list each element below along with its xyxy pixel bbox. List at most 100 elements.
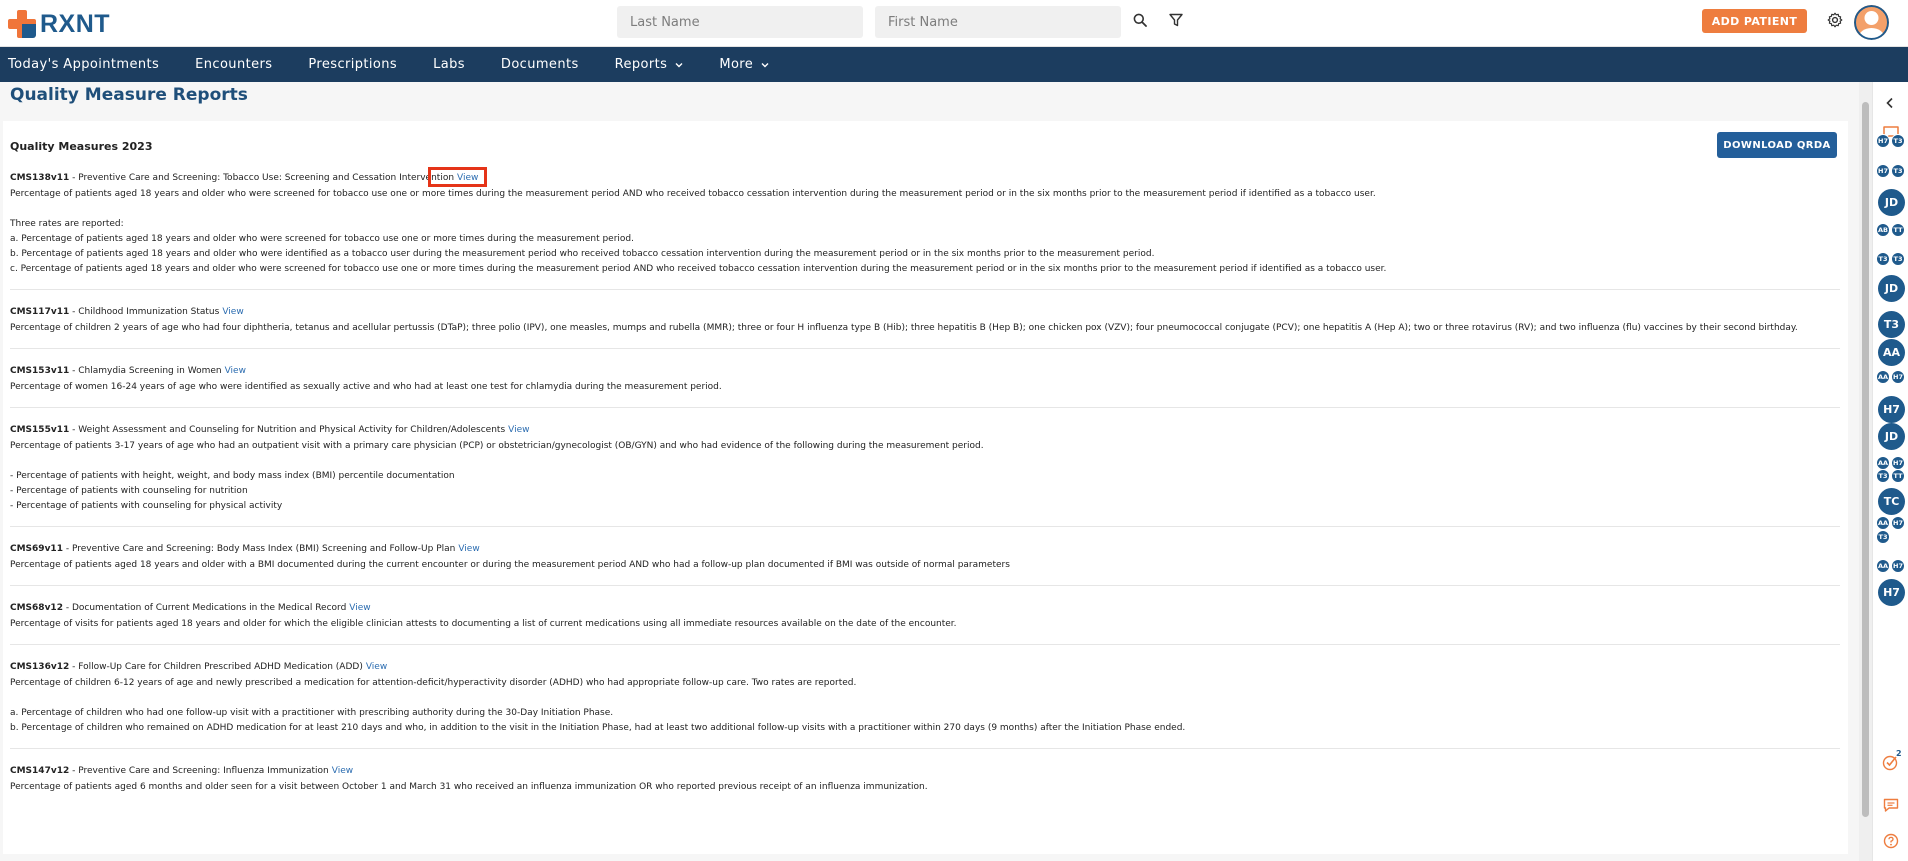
measure-heading: CMS153v11 - Chlamydia Screening in Women…: [10, 366, 246, 376]
measure-detail-line: - Percentage of patients with counseling…: [10, 501, 283, 511]
user-bubble[interactable]: H7: [1878, 579, 1905, 606]
scrollbar-thumb[interactable]: [1862, 102, 1869, 817]
view-link[interactable]: View: [349, 603, 370, 613]
tasks-check-icon[interactable]: 2: [1882, 749, 1902, 775]
user-mini-bubble: H7: [1876, 164, 1890, 178]
gear-icon[interactable]: [1826, 11, 1844, 29]
user-mini-bubble: H7: [1891, 516, 1905, 530]
main-nav: Today's Appointments Encounters Prescrip…: [0, 47, 1908, 82]
measure-item: CMS136v12 - Follow-Up Care for Children …: [10, 660, 1840, 749]
user-mini-bubble: AB: [1876, 223, 1890, 237]
user-bubble-pair[interactable]: T3 TT: [1876, 469, 1905, 483]
user-mini-bubble: TT: [1891, 469, 1905, 483]
measure-title: Childhood Immunization Status: [78, 307, 220, 317]
view-link[interactable]: View: [225, 366, 246, 376]
nav-prescriptions[interactable]: Prescriptions: [290, 47, 415, 82]
measure-description: Percentage of patients aged 6 months and…: [10, 782, 928, 792]
add-patient-button[interactable]: ADD PATIENT: [1702, 9, 1807, 33]
rxnt-logo[interactable]: RXNT: [8, 9, 110, 39]
nav-documents[interactable]: Documents: [483, 47, 597, 82]
vertical-scrollbar[interactable]: [1859, 82, 1872, 861]
nav-reports[interactable]: Reports: [597, 47, 702, 82]
collapse-chevron-icon[interactable]: [1883, 95, 1897, 114]
measure-item: CMS68v12 - Documentation of Current Medi…: [10, 601, 1840, 645]
user-bubble[interactable]: H7: [1878, 396, 1905, 423]
user-avatar[interactable]: [1854, 5, 1889, 40]
search-icon[interactable]: [1131, 11, 1149, 29]
measure-description: Percentage of children 2 years of age wh…: [10, 323, 1798, 333]
measure-code: CMS136v12: [10, 662, 70, 672]
measure-item: CMS155v11 - Weight Assessment and Counse…: [10, 423, 1840, 527]
measure-heading: CMS69v11 - Preventive Care and Screening…: [10, 544, 480, 554]
measure-code: CMS155v11: [10, 425, 70, 435]
user-bubble-pair[interactable]: AB TT: [1876, 223, 1905, 237]
section-title: Quality Measures 2023: [10, 140, 153, 153]
view-link[interactable]: View: [332, 766, 353, 776]
user-mini-bubble: T3: [1876, 469, 1890, 483]
measure-code: CMS117v11: [10, 307, 70, 317]
logo-cross-icon: [8, 10, 36, 38]
nav-todays-appointments[interactable]: Today's Appointments: [0, 47, 177, 82]
measure-description: Percentage of patients aged 18 years and…: [10, 560, 1010, 570]
nav-more-label: More: [719, 57, 754, 72]
filter-icon[interactable]: [1167, 11, 1185, 29]
user-bubble[interactable]: JD: [1878, 189, 1905, 216]
user-bubble-pair[interactable]: T3: [1876, 530, 1890, 544]
user-mini-bubble: H7: [1876, 134, 1890, 148]
nav-more[interactable]: More: [701, 47, 787, 82]
message-icon[interactable]: [1883, 798, 1899, 817]
first-name-input[interactable]: [875, 6, 1121, 38]
user-bubble-pair[interactable]: AA H7: [1876, 456, 1905, 470]
nav-encounters[interactable]: Encounters: [177, 47, 290, 82]
view-link[interactable]: View: [457, 173, 478, 183]
measure-heading: CMS136v12 - Follow-Up Care for Children …: [10, 662, 388, 672]
user-mini-bubble: H7: [1891, 370, 1905, 384]
user-mini-bubble: TT: [1891, 223, 1905, 237]
user-mini-bubble: AA: [1876, 516, 1890, 530]
measure-code: CMS147v12: [10, 766, 70, 776]
user-bubble-pair[interactable]: H7 T3: [1876, 164, 1905, 178]
view-link[interactable]: View: [458, 544, 479, 554]
user-bubble[interactable]: JD: [1878, 423, 1905, 450]
last-name-input[interactable]: [617, 6, 863, 38]
measure-code: CMS69v11: [10, 544, 63, 554]
nav-labs[interactable]: Labs: [415, 47, 483, 82]
measure-detail-line: Three rates are reported:: [10, 219, 124, 229]
user-bubble[interactable]: JD: [1878, 275, 1905, 302]
measure-detail-line: - Percentage of patients with counseling…: [10, 486, 248, 496]
measure-item: CMS147v12 - Preventive Care and Screenin…: [10, 764, 1840, 807]
user-mini-bubble: AA: [1876, 456, 1890, 470]
right-rail: 2 H7 T3 H7 T3 JD AB TT T3 T3 JD T3 AA AA H7 H7 JD AA H7 T3…: [1872, 82, 1908, 861]
measure-code: CMS138v11: [10, 173, 70, 183]
measure-detail-line: - Percentage of patients with height, we…: [10, 471, 455, 481]
measure-item: CMS153v11 - Chlamydia Screening in Women…: [10, 364, 1840, 408]
download-qrda-button[interactable]: DOWNLOAD QRDA: [1717, 132, 1837, 158]
notification-count-badge: 2: [1896, 749, 1902, 758]
measure-detail-line: b. Percentage of children who remained o…: [10, 723, 1186, 733]
measure-detail-line: b. Percentage of patients aged 18 years …: [10, 249, 1155, 259]
user-bubble-pair[interactable]: H7 T3: [1876, 134, 1905, 148]
measure-description: Percentage of visits for patients aged 1…: [10, 619, 957, 629]
measure-title: Weight Assessment and Counseling for Nut…: [78, 425, 506, 435]
user-bubble[interactable]: TC: [1878, 488, 1905, 515]
measure-code: CMS68v12: [10, 603, 63, 613]
view-link[interactable]: View: [366, 662, 387, 672]
nav-reports-label: Reports: [614, 57, 668, 72]
view-link[interactable]: View: [222, 307, 243, 317]
logo-text: RXNT: [40, 9, 111, 38]
user-mini-bubble: T3: [1891, 164, 1905, 178]
measure-title: Preventive Care and Screening: Tobacco U…: [78, 173, 455, 183]
user-bubble-pair[interactable]: AA H7: [1876, 559, 1905, 573]
help-icon[interactable]: [1883, 833, 1899, 853]
page-title: Quality Measure Reports: [10, 85, 248, 105]
measure-detail-line: a. Percentage of patients aged 18 years …: [10, 234, 634, 244]
measure-heading: CMS68v12 - Documentation of Current Medi…: [10, 603, 371, 613]
user-bubble-pair[interactable]: T3 T3: [1876, 252, 1905, 266]
user-bubble[interactable]: AA: [1878, 339, 1905, 366]
user-bubble-pair[interactable]: AA H7: [1876, 516, 1905, 530]
view-link[interactable]: View: [508, 425, 529, 435]
measure-description: Percentage of patients 3-17 years of age…: [10, 441, 984, 451]
user-mini-bubble: AA: [1876, 370, 1890, 384]
user-bubble[interactable]: T3: [1878, 311, 1905, 338]
user-bubble-pair[interactable]: AA H7: [1876, 370, 1905, 384]
